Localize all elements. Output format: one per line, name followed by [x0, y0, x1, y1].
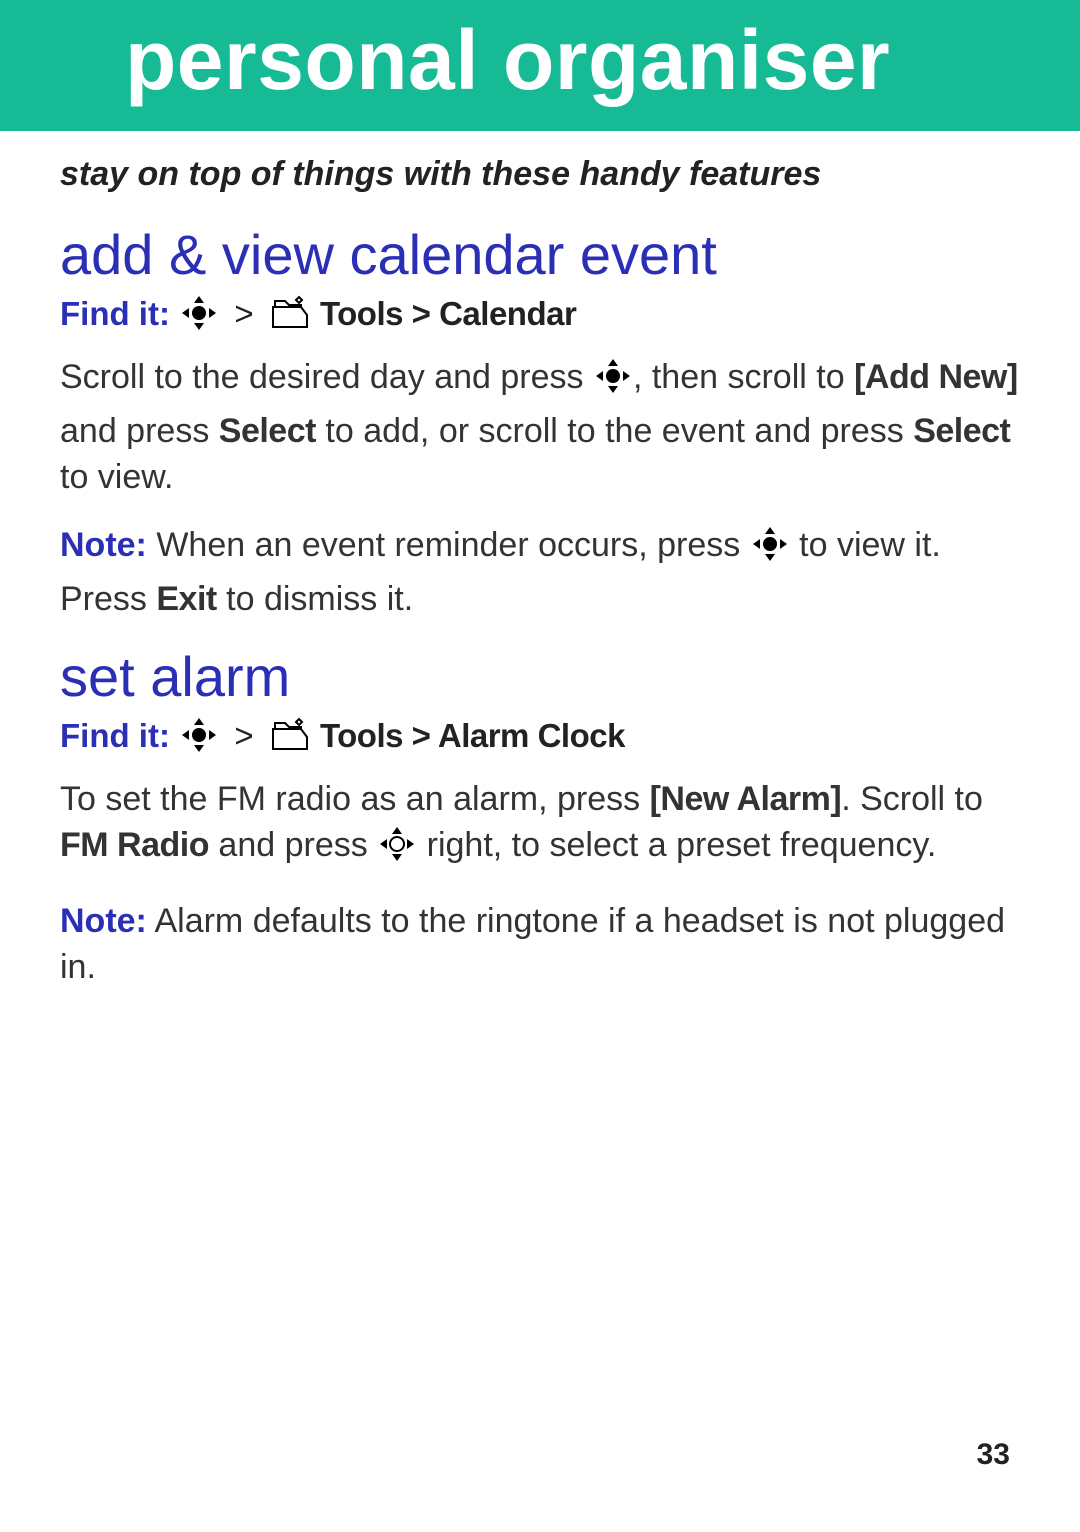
find-it-label: Find it: — [60, 295, 170, 332]
nav-key-open-icon — [377, 824, 417, 877]
nav-key-filled-icon — [593, 356, 633, 409]
nav-key-filled-icon — [750, 524, 790, 577]
gt-sep: > — [228, 717, 259, 754]
text: Scroll to the desired day and press — [60, 358, 593, 396]
bold-text: Exit — [156, 580, 216, 618]
text: to add, or scroll to the event and press — [316, 412, 913, 450]
nav-key-filled-icon — [179, 293, 219, 341]
text: to view. — [60, 458, 173, 496]
bold-text: [New Alarm] — [650, 780, 842, 818]
text: When an event reminder occurs, press — [147, 526, 750, 564]
text: To set the FM radio as an alarm, press — [60, 780, 650, 818]
nav-key-filled-icon — [179, 715, 219, 763]
note-label: Note: — [60, 902, 147, 940]
alarm-note: Note: Alarm defaults to the ringtone if … — [60, 899, 1020, 991]
chapter-title: personal organiser — [125, 13, 890, 107]
manual-page: personal organiser stay on top of things… — [0, 0, 1080, 1532]
find-it-line-calendar: Find it: > Tools > Calendar — [60, 293, 1020, 341]
text: . Scroll to — [841, 780, 983, 818]
text: right, to select a preset frequency. — [417, 826, 936, 864]
note-label: Note: — [60, 526, 147, 564]
find-it-label: Find it: — [60, 717, 170, 754]
nav-path-text: Tools > Calendar — [320, 295, 576, 332]
alarm-body-1: To set the FM radio as an alarm, press [… — [60, 777, 1020, 877]
bold-text: Select — [913, 412, 1010, 450]
text: , then scroll to — [633, 358, 854, 396]
calendar-note: Note: When an event reminder occurs, pre… — [60, 523, 1020, 623]
calendar-body-1: Scroll to the desired day and press , th… — [60, 355, 1020, 501]
tagline: stay on top of things with these handy f… — [60, 155, 1020, 194]
section-heading-calendar: add & view calendar event — [60, 222, 1020, 287]
chapter-banner: personal organiser — [0, 0, 1080, 131]
gt-sep: > — [228, 295, 259, 332]
bold-text: [Add New] — [854, 358, 1018, 396]
bold-text: Select — [219, 412, 316, 450]
section-heading-alarm: set alarm — [60, 644, 1020, 709]
tools-icon — [269, 293, 311, 341]
text: and press — [209, 826, 377, 864]
text: Alarm defaults to the ringtone if a head… — [60, 902, 1005, 986]
find-it-line-alarm: Find it: > Tools > Alarm Clock — [60, 715, 1020, 763]
bold-text: FM Radio — [60, 826, 209, 864]
page-content: stay on top of things with these handy f… — [0, 131, 1080, 991]
text: to dismiss it. — [217, 580, 413, 618]
nav-path-text: Tools > Alarm Clock — [320, 717, 625, 754]
page-number: 33 — [977, 1438, 1010, 1472]
tools-icon — [269, 715, 311, 763]
text: and press — [60, 412, 219, 450]
